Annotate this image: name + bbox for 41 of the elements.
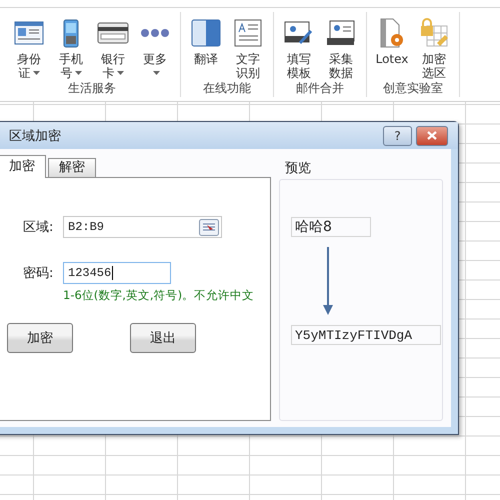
more-dots-icon	[140, 28, 170, 38]
field-label: 区域:	[23, 219, 54, 236]
text-document-icon	[234, 19, 262, 47]
document-gear-icon	[378, 18, 406, 48]
ribbon-button[interactable]: 更多	[134, 12, 176, 80]
data-card-icon	[326, 20, 356, 46]
ribbon-button[interactable]: 填写模板	[278, 12, 320, 80]
preview-output: Y5yMTIzyFTIVDgA	[291, 325, 441, 345]
tab[interactable]: 加密	[0, 155, 46, 178]
close-button[interactable]	[416, 126, 448, 146]
exit-button[interactable]: 退出	[130, 323, 196, 353]
group-title: 邮件合并	[296, 80, 344, 97]
preview-title: 预览	[284, 160, 312, 178]
id-card-icon	[14, 20, 44, 46]
group-title: 生活服务	[68, 80, 116, 97]
group-title: 创意实验室	[383, 80, 443, 97]
tab[interactable]: 解密	[48, 158, 96, 178]
field-label: 密码:	[23, 265, 54, 282]
translate-icon	[191, 19, 221, 47]
dialog-title: 区域加密	[8, 128, 62, 144]
ribbon-button[interactable]: 身份证	[8, 12, 50, 80]
bank-card-icon	[97, 21, 129, 45]
phone-icon	[62, 18, 80, 48]
template-pen-icon	[284, 19, 314, 47]
encrypt-button[interactable]: 加密	[7, 323, 73, 353]
close-icon	[427, 131, 437, 140]
help-button[interactable]: ?	[383, 126, 412, 146]
lock-grid-icon	[419, 18, 449, 48]
ribbon-button[interactable]: 文字识别	[227, 12, 269, 80]
group-title: 在线功能	[203, 80, 251, 97]
ribbon-button[interactable]: 银行卡	[92, 12, 134, 80]
ribbon-button[interactable]: 加密选区	[413, 12, 455, 80]
range-field[interactable]: B2:B9	[63, 216, 222, 238]
range-picker-icon	[199, 218, 219, 236]
ribbon-button[interactable]: 翻译	[185, 12, 227, 80]
password-field[interactable]: 123456	[63, 262, 171, 284]
hint-text: 1-6位(数字,英文,符号)。不允许中文	[63, 288, 256, 303]
ribbon-button[interactable]: 手机号	[50, 12, 92, 80]
ribbon-button[interactable]: Lotex	[371, 12, 413, 80]
ribbon-button[interactable]: 采集数据	[320, 12, 362, 80]
down-arrow-icon	[323, 247, 333, 317]
